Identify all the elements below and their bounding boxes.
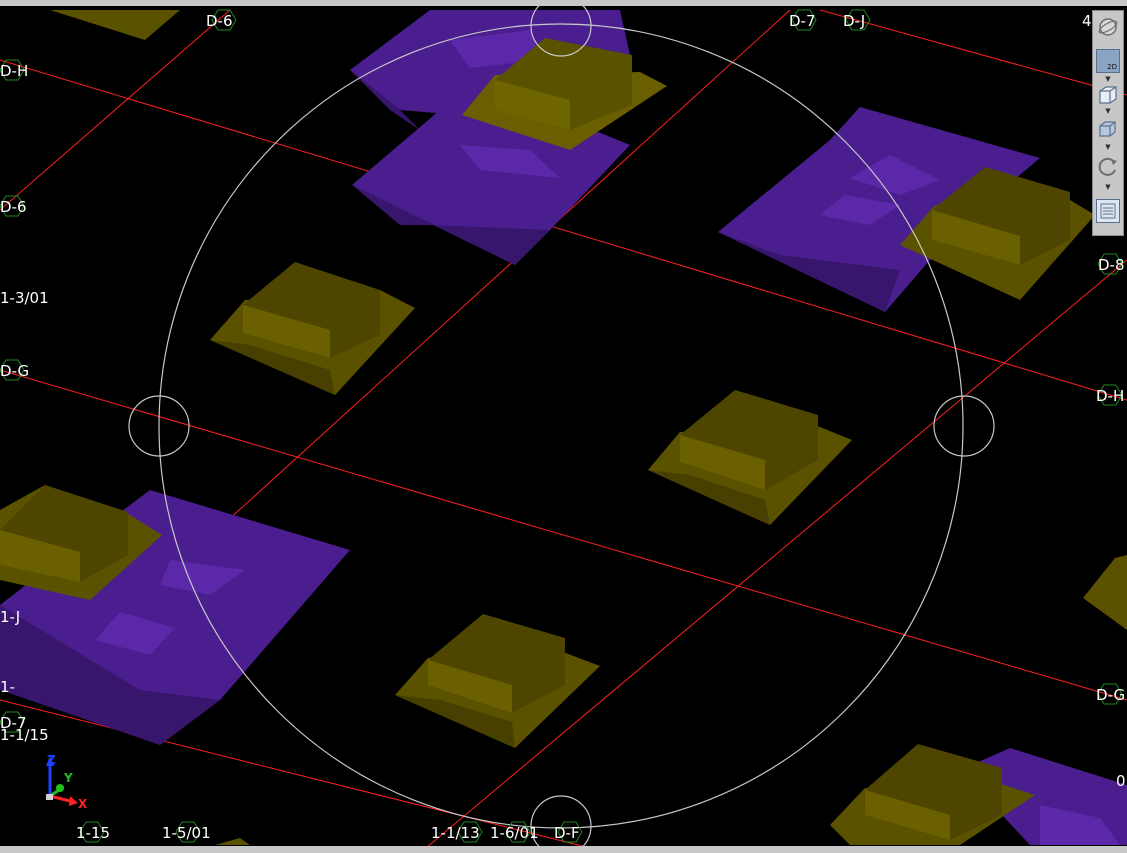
x-axis-label: X [78, 797, 88, 811]
grid-label-1-5-01-bottom: 1-5/01 [162, 824, 211, 842]
top-border [0, 0, 1127, 6]
grid-label-d6-left: D-6 [0, 198, 27, 216]
grid-label-d6-top: D-6 [206, 12, 233, 30]
grid-label-dh-right: D-H [1096, 387, 1124, 405]
grid-label-0-right: 0 [1116, 772, 1126, 790]
grid-label-dh-left: D-H [0, 62, 28, 80]
x-arrow-icon [69, 796, 78, 806]
grid-label-1-left: 1- [0, 678, 15, 696]
grid-label-1-3-01-left: 1-3/01 [0, 289, 49, 307]
grid-label-df-bottom: D-F [554, 824, 580, 842]
orbit-icon[interactable] [1096, 155, 1120, 179]
chevron-down-icon[interactable]: ▼ [1103, 107, 1113, 115]
bottom-status-strip [0, 846, 1127, 853]
view-properties-icon[interactable] [1096, 199, 1120, 223]
grid-label-dg-left: D-G [0, 362, 29, 380]
ucs-icon: Z Y X [38, 752, 94, 812]
y-axis-label: Y [63, 771, 73, 785]
pile-cap [215, 838, 250, 845]
grid-label-1-15-bottom: 1-15 [76, 824, 110, 842]
grid-label-1j-left: 1-J [0, 608, 20, 626]
steering-wheel-icon[interactable] [1096, 15, 1120, 39]
chevron-down-icon[interactable]: ▼ [1103, 143, 1113, 151]
grid-label-4-top: 4 [1082, 12, 1092, 30]
grid-label-1-6-01-bottom: 1-6/01 [490, 824, 539, 842]
scene-canvas[interactable]: D-6 D-7 D-J 4 D-H D-6 1-3/01 D-G 1-J 1- … [0, 0, 1127, 853]
ucs-origin-icon [46, 794, 53, 800]
grid-line-d6 [0, 9, 231, 211]
grid-label-1-1-13-bottom: 1-1/13 [431, 824, 480, 842]
3d-viewport[interactable]: D-6 D-7 D-J 4 D-H D-6 1-3/01 D-G 1-J 1- … [0, 0, 1127, 853]
grid-label-d7-top: D-7 [789, 12, 816, 30]
chevron-down-icon[interactable]: ▼ [1103, 75, 1113, 83]
view-cube-icon[interactable] [1096, 83, 1120, 107]
pile-cap [50, 10, 180, 40]
grid-label-dg-right: D-G [1096, 686, 1125, 704]
zoom-cube-icon[interactable] [1096, 117, 1120, 141]
2d-view-label: 2D [1107, 63, 1117, 71]
pile-cap [1083, 555, 1127, 630]
grid-line-dj [819, 9, 1127, 96]
2d-view-icon[interactable]: 2D [1096, 49, 1120, 73]
y-axis-dot-icon [56, 784, 64, 792]
orbit-handle-right[interactable] [933, 395, 995, 457]
grid-label-1-1-15-left: 1-1/15 [0, 726, 49, 744]
grid-label-dj-top: D-J [843, 12, 865, 30]
grid-label-d8-right: D-8 [1098, 256, 1125, 274]
z-axis-label: Z [47, 753, 56, 767]
chevron-down-icon[interactable]: ▼ [1103, 183, 1113, 191]
navigation-bar: 2D ▼ ▼ ▼ ▼ [1092, 10, 1124, 236]
